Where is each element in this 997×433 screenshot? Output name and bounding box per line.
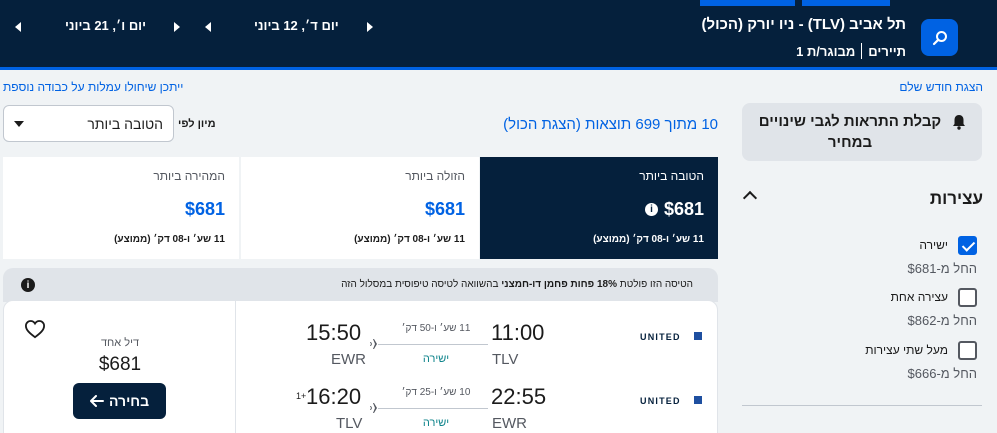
- stop-filter-label: ישירה: [919, 238, 948, 252]
- caret-down-icon: [14, 120, 24, 127]
- select-button-label: בחירה: [108, 393, 150, 409]
- eco-text-part: בהשוואה לטיסה טיפוסית במסלול הזה: [341, 279, 502, 290]
- heart-icon[interactable]: [24, 319, 46, 339]
- chevron-up-icon[interactable]: [742, 190, 758, 206]
- airline-name: UNITED: [640, 396, 681, 406]
- stop-filter-price: החל מ-$666: [907, 366, 977, 381]
- passenger-count: מבוגר/ת 1: [796, 43, 856, 59]
- departure-time: 11:00: [491, 320, 545, 345]
- tab-label: הטובה ביותר: [639, 169, 704, 183]
- sort-label: מיון לפי: [178, 118, 216, 130]
- arrow-left-icon: [89, 395, 104, 407]
- departure-airport: EWR: [492, 415, 527, 432]
- passengers-cabin[interactable]: תיירים מבוגר/ת 1: [796, 43, 906, 59]
- header-tab-indicator: [700, 0, 795, 6]
- depart-date[interactable]: יום ד׳, 12 ביוני: [254, 18, 339, 38]
- divider: [861, 43, 863, 59]
- checkbox-one-stop[interactable]: [958, 288, 977, 307]
- flight-leg-return: UNITED 22:55 EWR 10 שע׳ ו-25 דק׳ ישירה 1…: [236, 377, 719, 433]
- route-line: [378, 408, 488, 409]
- tab-price-row: $681: [255, 199, 465, 220]
- sort-value: הטובה ביותר: [87, 115, 163, 132]
- united-logo: UNITED: [640, 396, 702, 406]
- results-count-link[interactable]: 10 מתוך 699 תוצאות (הצגת הכול): [503, 116, 718, 133]
- info-icon[interactable]: i: [21, 278, 35, 292]
- flight-leg-outbound: UNITED 11:00 TLV 11 שע׳ ו-50 דק׳ ישירה 1…: [236, 313, 719, 373]
- stops-filter-title: עצירות: [929, 189, 983, 208]
- day-offset: 1+: [296, 391, 307, 401]
- search-summary-bar: תל אביב (TLV) - ניו יורק (הכול) תיירים מ…: [0, 0, 997, 70]
- route-line: [378, 344, 488, 345]
- tab-duration: 11 שע׳ ו-08 דק׳ (ממוצע): [114, 234, 225, 245]
- plane-icon: [370, 339, 383, 349]
- airline-name: UNITED: [640, 332, 681, 342]
- tab-best[interactable]: הטובה ביותר $681 i 11 שע׳ ו-08 דק׳ (ממוצ…: [480, 157, 718, 259]
- arrival-time: 16:20: [306, 384, 362, 409]
- stops-label: ישירה: [422, 417, 450, 429]
- stop-filter-direct[interactable]: ישירה החל מ-$681: [857, 236, 977, 280]
- eco-text: הטיסה הזו פולטת 18% פחות פחמן דו-חמצני ב…: [341, 279, 693, 290]
- next-return-date-button[interactable]: [174, 22, 180, 32]
- show-full-month-link[interactable]: הצגת חודש שלם: [899, 80, 983, 94]
- tab-duration: 11 שע׳ ו-08 דק׳ (ממוצע): [354, 234, 465, 245]
- stop-filter-price: החל מ-$681: [907, 261, 977, 276]
- tab-label: הזולה ביותר: [405, 169, 465, 183]
- baggage-fees-link[interactable]: ייתכן שיחולו עמלות על כבודה נוספת: [3, 80, 183, 94]
- info-icon[interactable]: i: [644, 203, 658, 216]
- stop-filter-price: החל מ-$862: [907, 313, 977, 328]
- flight-duration: 10 שע׳ ו-25 דק׳: [401, 387, 471, 398]
- header-tab-indicator: [802, 0, 890, 6]
- next-depart-date-button[interactable]: [367, 22, 373, 32]
- tab-price: $681: [663, 199, 704, 219]
- eco-text-part: הטיסה הזו פולטת: [617, 279, 693, 290]
- stops-label: ישירה: [422, 353, 450, 365]
- stop-filter-label: מעל שתי עצירות: [865, 343, 948, 357]
- tab-duration: 11 שע׳ ו-08 דק׳ (ממוצע): [593, 234, 704, 245]
- tab-price-row: $681: [17, 199, 225, 220]
- checkbox-two-plus[interactable]: [958, 341, 977, 360]
- price-alert-label: קבלת התראות לגבי שינויים במחיר: [758, 113, 942, 151]
- stop-filter-label: עצירה אחת: [890, 290, 948, 304]
- return-date[interactable]: יום ו׳, 21 ביוני: [65, 18, 146, 38]
- cabin-class: תיירים: [868, 43, 906, 59]
- tab-price: $681: [184, 199, 225, 219]
- flight-duration: 11 שע׳ ו-50 דק׳: [401, 323, 471, 334]
- prev-depart-date-button[interactable]: [205, 22, 211, 32]
- deal-price: $681: [98, 354, 142, 375]
- plane-icon: [370, 403, 383, 413]
- stop-filter-two-plus[interactable]: מעל שתי עצירות החל מ-$666: [857, 341, 977, 385]
- bell-icon: [953, 115, 965, 130]
- united-logo: UNITED: [640, 332, 702, 342]
- tab-cheapest[interactable]: הזולה ביותר $681 11 שע׳ ו-08 דק׳ (ממוצע): [241, 157, 479, 259]
- stop-filter-one-stop[interactable]: עצירה אחת החל מ-$862: [857, 288, 977, 332]
- tab-price: $681: [424, 199, 465, 219]
- sort-dropdown[interactable]: הטובה ביותר: [3, 105, 174, 142]
- arrival-airport: EWR: [331, 351, 366, 368]
- route-title[interactable]: תל אביב (TLV) - ניו יורק (הכול): [702, 16, 906, 33]
- search-icon: [932, 30, 947, 45]
- deal-count: דיל אחד: [100, 337, 140, 349]
- tab-fastest[interactable]: המהירה ביותר $681 11 שע׳ ו-08 דק׳ (ממוצע…: [3, 157, 239, 259]
- eco-banner: הטיסה הזו פולטת 18% פחות פחמן דו-חמצני ב…: [3, 268, 718, 302]
- divider: [742, 405, 982, 406]
- eco-text-highlight: 18% פחות פחמן דו-חמצני: [501, 279, 617, 290]
- price-alert-button[interactable]: קבלת התראות לגבי שינויים במחיר: [742, 103, 982, 161]
- flight-result-card[interactable]: דיל אחד $681 בחירה UNITED 11:00 TLV 11 ש…: [3, 300, 718, 433]
- arrival-time: 15:50: [306, 320, 362, 345]
- search-button[interactable]: [921, 19, 958, 56]
- tab-price-row: $681 i: [494, 199, 704, 220]
- checkbox-direct[interactable]: [958, 236, 977, 255]
- arrival-airport: TLV: [336, 415, 363, 432]
- departure-time: 22:55: [491, 384, 547, 409]
- select-flight-button[interactable]: בחירה: [73, 383, 166, 419]
- tab-label: המהירה ביותר: [153, 169, 225, 183]
- prev-return-date-button[interactable]: [15, 22, 21, 32]
- departure-airport: TLV: [492, 351, 519, 368]
